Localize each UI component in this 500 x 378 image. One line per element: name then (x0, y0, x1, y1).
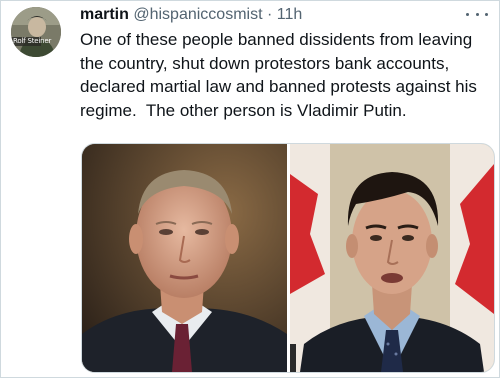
photo-left[interactable] (82, 144, 287, 372)
dot (475, 12, 479, 16)
dot (485, 12, 488, 16)
avatar-image (11, 7, 61, 57)
avatar-overlay-text: Rolf Steiner (13, 37, 52, 45)
man-dark-tie-photo (82, 144, 287, 372)
author-name[interactable]: martin (80, 6, 129, 23)
man-navy-tie-photo (290, 144, 494, 372)
photo-right[interactable] (290, 144, 494, 372)
tweet-text: One of these people banned dissidents fr… (80, 30, 482, 120)
avatar[interactable]: Rolf Steiner (11, 7, 61, 57)
separator-dot: · (266, 6, 273, 23)
tweet-card[interactable]: Rolf Steiner martin @hispaniccosmist · 1… (0, 0, 500, 378)
timestamp[interactable]: 11h (277, 6, 303, 23)
tweet-media[interactable] (81, 143, 495, 373)
more-horizontal-icon[interactable] (466, 5, 488, 23)
dot (466, 12, 469, 16)
tweet-header: martin @hispaniccosmist · 11h (80, 4, 302, 26)
author-handle[interactable]: @hispaniccosmist (133, 6, 262, 23)
